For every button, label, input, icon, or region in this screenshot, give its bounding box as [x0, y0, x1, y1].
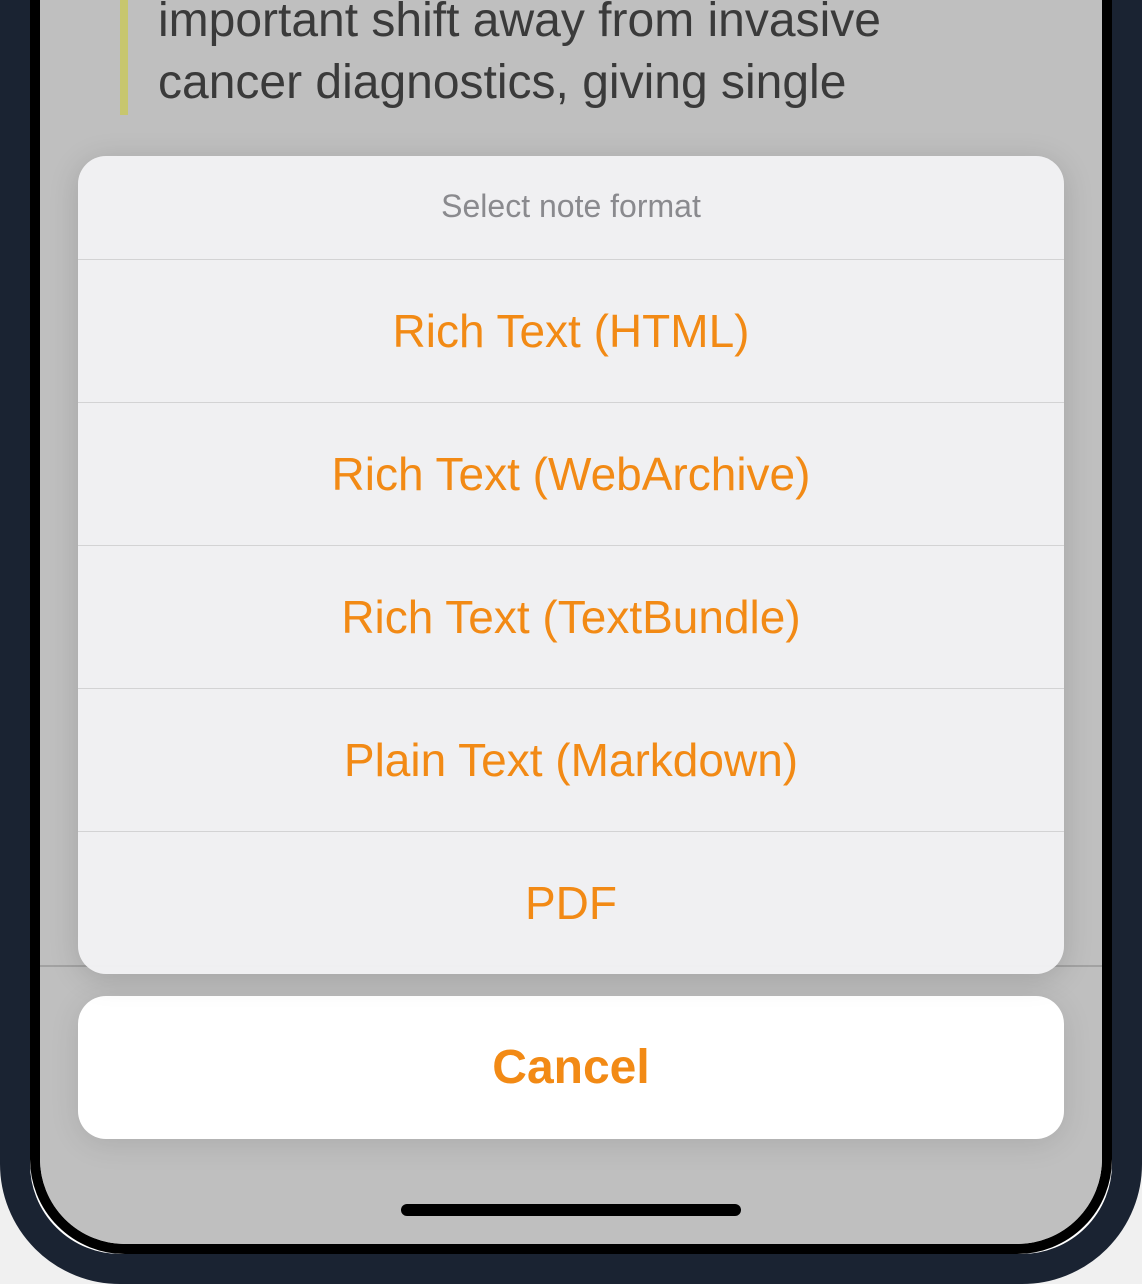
cancel-button[interactable]: Cancel	[78, 996, 1064, 1139]
phone-screen: important shift away from invasive cance…	[30, 0, 1112, 1254]
option-rich-text-webarchive[interactable]: Rich Text (WebArchive)	[78, 403, 1064, 546]
option-pdf[interactable]: PDF	[78, 832, 1064, 974]
background-text-line: cancer diagnostics, giving single	[158, 52, 1022, 114]
action-sheet: Select note format Rich Text (HTML) Rich…	[78, 156, 1064, 974]
option-plain-text-markdown[interactable]: Plain Text (Markdown)	[78, 689, 1064, 832]
action-sheet-container: Select note format Rich Text (HTML) Rich…	[78, 156, 1064, 1139]
background-quote-block: important shift away from invasive cance…	[120, 0, 1022, 115]
sheet-title: Select note format	[78, 156, 1064, 260]
option-rich-text-textbundle[interactable]: Rich Text (TextBundle)	[78, 546, 1064, 689]
phone-frame: important shift away from invasive cance…	[0, 0, 1142, 1284]
option-rich-text-html[interactable]: Rich Text (HTML)	[78, 260, 1064, 403]
home-indicator[interactable]	[401, 1204, 741, 1216]
background-text-line: important shift away from invasive	[158, 0, 1022, 52]
